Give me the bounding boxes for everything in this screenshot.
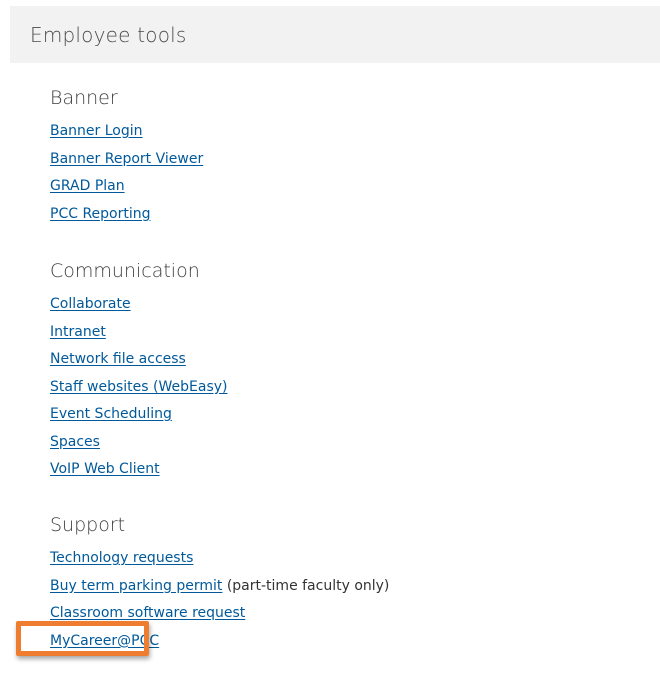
parking-permit-note: (part-time faculty only)	[222, 577, 390, 594]
link-banner-login[interactable]: Banner Login	[50, 123, 143, 139]
banner-links: Banner Login Banner Report Viewer GRAD P…	[50, 118, 203, 228]
list-item: Banner Login	[50, 118, 203, 146]
link-voip-web-client[interactable]: VoIP Web Client	[50, 461, 160, 477]
link-spaces[interactable]: Spaces	[50, 434, 100, 450]
section-title-communication: Communication	[50, 260, 200, 282]
list-item: GRAD Plan	[50, 173, 203, 201]
communication-links: Collaborate Intranet Network file access…	[50, 291, 227, 484]
link-collaborate[interactable]: Collaborate	[50, 296, 131, 312]
section-banner: Banner Banner Login Banner Report Viewer…	[30, 84, 203, 228]
list-item: Network file access	[50, 346, 227, 374]
employee-tools-panel: Employee tools Banner Banner Login Banne…	[10, 6, 660, 674]
list-item: VoIP Web Client	[50, 456, 227, 484]
list-item: PCC Reporting	[50, 201, 203, 229]
list-item: Classroom software request	[50, 600, 389, 628]
link-intranet[interactable]: Intranet	[50, 324, 106, 340]
list-item: Spaces	[50, 429, 227, 457]
section-support: Support Technology requests Buy term par…	[30, 511, 389, 655]
link-technology-requests[interactable]: Technology requests	[50, 550, 193, 566]
list-item: Banner Report Viewer	[50, 146, 203, 174]
list-item: Staff websites (WebEasy)	[50, 374, 227, 402]
list-item: Technology requests	[50, 545, 389, 573]
list-item: Collaborate	[50, 291, 227, 319]
list-item: Buy term parking permit (part-time facul…	[50, 573, 389, 601]
link-mycareer-pcc[interactable]: MyCareer@PCC	[50, 633, 159, 649]
list-item: Event Scheduling	[50, 401, 227, 429]
panel-title: Employee tools	[30, 22, 187, 47]
link-grad-plan[interactable]: GRAD Plan	[50, 178, 125, 194]
section-title-support: Support	[50, 514, 126, 536]
list-item: MyCareer@PCC	[50, 628, 389, 656]
list-item: Intranet	[50, 319, 227, 347]
link-buy-parking-permit[interactable]: Buy term parking permit	[50, 578, 222, 594]
link-banner-report-viewer[interactable]: Banner Report Viewer	[50, 151, 203, 167]
link-classroom-software-request[interactable]: Classroom software request	[50, 605, 245, 621]
panel-header: Employee tools	[10, 6, 660, 63]
section-communication: Communication Collaborate Intranet Netwo…	[30, 257, 227, 484]
support-links: Technology requests Buy term parking per…	[50, 545, 389, 655]
link-staff-websites[interactable]: Staff websites (WebEasy)	[50, 379, 227, 395]
link-network-file-access[interactable]: Network file access	[50, 351, 186, 367]
link-event-scheduling[interactable]: Event Scheduling	[50, 406, 172, 422]
link-pcc-reporting[interactable]: PCC Reporting	[50, 206, 151, 222]
section-title-banner: Banner	[50, 87, 118, 109]
